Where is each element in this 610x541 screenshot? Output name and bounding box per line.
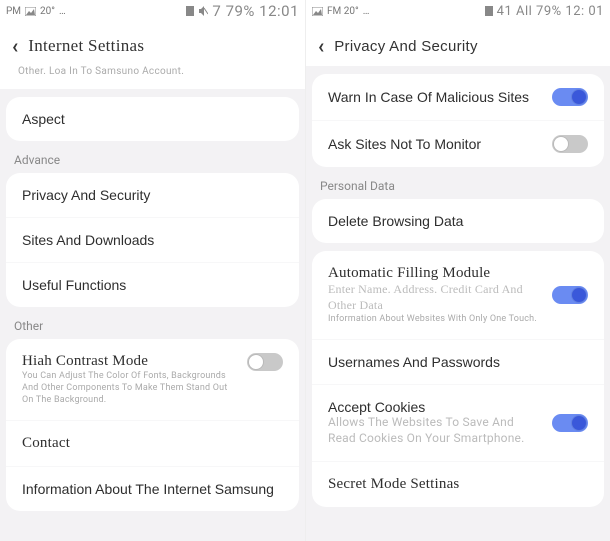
cookies-title: Accept Cookies: [328, 399, 540, 415]
status-pm: PM: [6, 6, 21, 17]
secret-mode-label: Secret Mode Settinas: [328, 476, 459, 493]
other-card: Hiah Contrast Mode You Can Adjust The Co…: [6, 339, 299, 511]
aspect-row[interactable]: Aspect: [6, 97, 299, 141]
useful-functions-label: Useful Functions: [22, 277, 126, 293]
autofill-row[interactable]: Automatic Filling Module Enter Name. Add…: [312, 251, 604, 339]
secret-mode-row[interactable]: Secret Mode Settinas: [312, 461, 604, 507]
page-header: ‹ Privacy And Security: [306, 22, 610, 66]
usernames-passwords-label: Usernames And Passwords: [328, 354, 500, 370]
about-row[interactable]: Information About The Internet Samsung: [6, 466, 299, 511]
high-contrast-desc: You Can Adjust The Color Of Fonts, Backg…: [22, 370, 235, 406]
about-label: Information About The Internet Samsung: [22, 481, 274, 497]
battery-icon: [485, 6, 493, 16]
mute-icon: [198, 6, 208, 16]
high-contrast-title: Hiah Contrast Mode: [22, 353, 235, 370]
autofill-toggle[interactable]: [552, 286, 588, 304]
do-not-track-row[interactable]: Ask Sites Not To Monitor: [312, 120, 604, 167]
personal-card-2: Automatic Filling Module Enter Name. Add…: [312, 251, 604, 507]
high-contrast-row[interactable]: Hiah Contrast Mode You Can Adjust The Co…: [6, 339, 299, 420]
sites-downloads-label: Sites And Downloads: [22, 232, 154, 248]
aspect-card: Aspect: [6, 97, 299, 141]
page-title: Internet Settinas: [28, 36, 144, 56]
status-label: FM 20°: [327, 6, 359, 17]
login-hint[interactable]: Other. Loa In To Samsuno Account.: [0, 66, 305, 89]
autofill-desc2: Information About Websites With Only One…: [328, 313, 540, 325]
image-icon: [25, 7, 36, 16]
back-icon[interactable]: ‹: [12, 36, 18, 56]
status-temp: 20°: [40, 6, 55, 17]
screen-internet-settings: PM 20° … 7 79% 12:01 ‹ Internet Settinas…: [0, 0, 305, 541]
screen-privacy-security: FM 20° … 41 All 79% 12: 01 ‹ Privacy And…: [305, 0, 610, 541]
aspect-label: Aspect: [22, 111, 65, 127]
section-personal-data: Personal Data: [306, 167, 610, 199]
page-header: ‹ Internet Settinas: [0, 22, 305, 66]
contact-row[interactable]: Contact: [6, 420, 299, 466]
warn-malicious-toggle[interactable]: [552, 88, 588, 106]
delete-data-label: Delete Browsing Data: [328, 213, 463, 229]
security-card: Warn In Case Of Malicious Sites Ask Site…: [312, 74, 604, 167]
sites-downloads-row[interactable]: Sites And Downloads: [6, 217, 299, 262]
section-advance: Advance: [0, 141, 305, 173]
status-ellipsis: …: [59, 6, 66, 17]
high-contrast-toggle[interactable]: [247, 353, 283, 371]
do-not-track-toggle[interactable]: [552, 135, 588, 153]
personal-card-1: Delete Browsing Data: [312, 199, 604, 243]
image-icon: [312, 7, 323, 16]
useful-functions-row[interactable]: Useful Functions: [6, 262, 299, 307]
contact-label: Contact: [22, 435, 70, 452]
status-right-text: 7 79% 12:01: [212, 2, 299, 20]
cookies-toggle[interactable]: [552, 414, 588, 432]
status-right-text: 41 All 79% 12: 01: [497, 4, 604, 19]
usernames-passwords-row[interactable]: Usernames And Passwords: [312, 339, 604, 384]
cookies-desc: Allows The Websites To Save And Read Coo…: [328, 415, 540, 446]
autofill-desc1: Enter Name. Address. Credit Card And Oth…: [328, 282, 540, 313]
status-bar: PM 20° … 7 79% 12:01: [0, 0, 305, 22]
battery-icon: [186, 6, 194, 16]
status-bar: FM 20° … 41 All 79% 12: 01: [306, 0, 610, 22]
autofill-title: Automatic Filling Module: [328, 265, 540, 282]
privacy-security-row[interactable]: Privacy And Security: [6, 173, 299, 217]
back-icon[interactable]: ‹: [318, 36, 324, 56]
do-not-track-label: Ask Sites Not To Monitor: [328, 136, 481, 152]
warn-malicious-row[interactable]: Warn In Case Of Malicious Sites: [312, 74, 604, 120]
section-other: Other: [0, 307, 305, 339]
page-title: Privacy And Security: [334, 38, 478, 55]
delete-data-row[interactable]: Delete Browsing Data: [312, 199, 604, 243]
warn-malicious-label: Warn In Case Of Malicious Sites: [328, 89, 529, 105]
advance-card: Privacy And Security Sites And Downloads…: [6, 173, 299, 307]
cookies-row[interactable]: Accept Cookies Allows The Websites To Sa…: [312, 384, 604, 460]
privacy-security-label: Privacy And Security: [22, 187, 150, 203]
status-ellipsis: …: [363, 6, 370, 17]
